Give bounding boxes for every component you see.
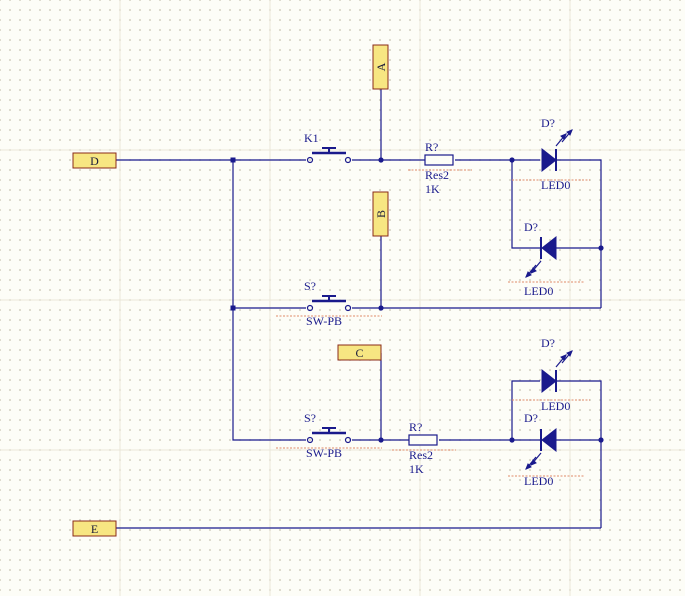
led-d1[interactable]: D? LED0 bbox=[512, 116, 590, 192]
wire-d2-branch[interactable] bbox=[511, 160, 540, 249]
d3-comment: LED0 bbox=[541, 399, 570, 413]
schematic-canvas[interactable]: D E A B C K1 S? SW-PB S? SW-PB R? Res2 1… bbox=[0, 0, 685, 596]
sheet-guides bbox=[0, 0, 685, 596]
s1-designator: S? bbox=[304, 279, 316, 293]
junction-dot bbox=[378, 157, 384, 163]
port-b[interactable]: B bbox=[372, 191, 389, 237]
junction-dot bbox=[378, 437, 384, 443]
port-a-label: A bbox=[374, 62, 388, 71]
port-d-label: D bbox=[90, 154, 99, 168]
r1-value: 1K bbox=[425, 182, 440, 196]
junction-dot bbox=[230, 305, 236, 311]
junction-dot bbox=[509, 437, 515, 443]
junction-dot bbox=[509, 157, 515, 163]
wires[interactable] bbox=[116, 89, 602, 529]
d2-designator: D? bbox=[524, 220, 538, 234]
switch-s2[interactable]: S? SW-PB bbox=[276, 411, 382, 460]
port-e[interactable]: E bbox=[72, 520, 117, 537]
port-d[interactable]: D bbox=[72, 152, 117, 169]
led-d3[interactable]: D? LED0 bbox=[512, 336, 590, 413]
wire-d4-out[interactable] bbox=[556, 439, 602, 528]
port-b-label: B bbox=[374, 210, 388, 218]
junction-dot bbox=[598, 437, 604, 443]
d4-designator: D? bbox=[524, 411, 538, 425]
port-e-label: E bbox=[91, 522, 98, 536]
d2-comment: LED0 bbox=[524, 284, 553, 298]
s2-designator: S? bbox=[304, 411, 316, 425]
switch-s1[interactable]: S? SW-PB bbox=[276, 279, 382, 328]
d4-comment: LED0 bbox=[524, 474, 553, 488]
resistor-r1[interactable]: R? Res2 1K bbox=[408, 140, 472, 196]
k1-designator: K1 bbox=[304, 131, 319, 145]
r2-designator: R? bbox=[409, 420, 422, 434]
junction-dot bbox=[378, 305, 384, 311]
port-c[interactable]: C bbox=[337, 344, 382, 361]
led-d2[interactable]: D? LED0 bbox=[508, 220, 584, 298]
junction-dot bbox=[230, 157, 236, 163]
d1-designator: D? bbox=[541, 116, 555, 130]
d3-designator: D? bbox=[541, 336, 555, 350]
switch-k1[interactable]: K1 bbox=[304, 131, 352, 164]
port-c-label: C bbox=[355, 346, 363, 360]
resistor-r2[interactable]: R? Res2 1K bbox=[392, 420, 456, 476]
r1-designator: R? bbox=[425, 140, 438, 154]
port-a[interactable]: A bbox=[372, 44, 389, 90]
junction-dot bbox=[598, 245, 604, 251]
r2-value: 1K bbox=[409, 462, 424, 476]
